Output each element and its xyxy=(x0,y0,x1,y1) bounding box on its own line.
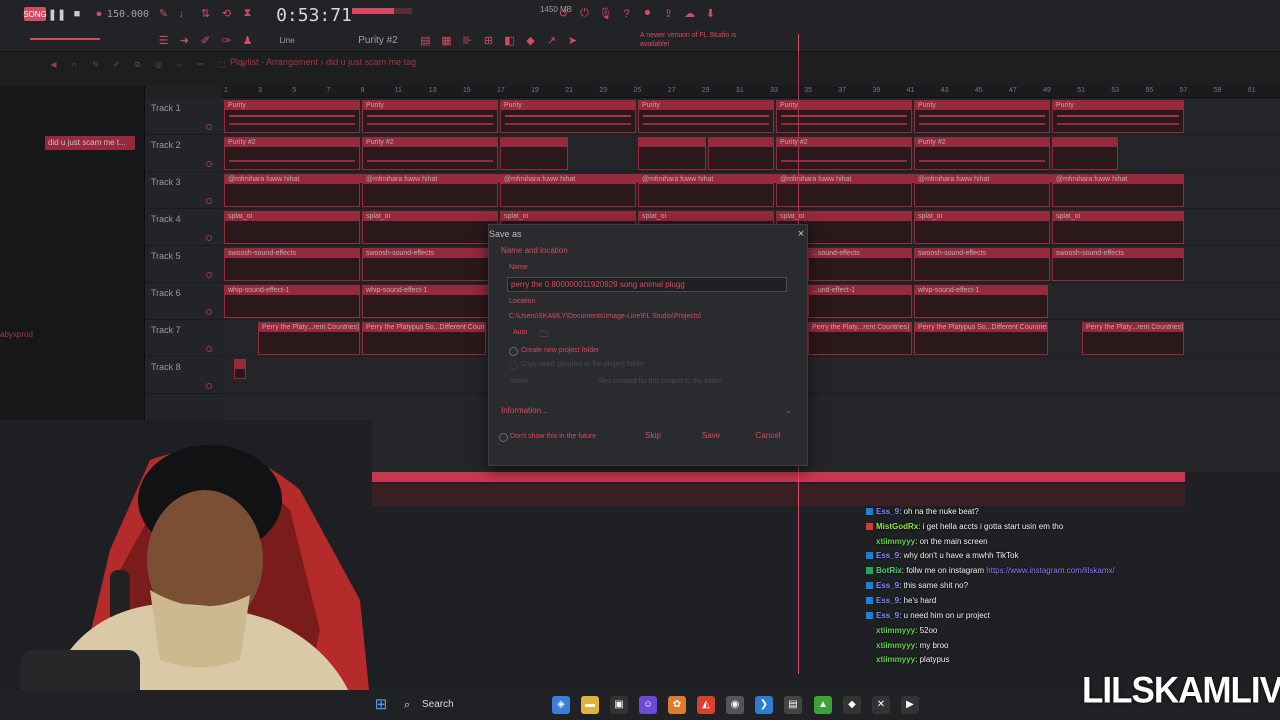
dialog-title: Save as xyxy=(489,229,522,239)
playlist-icon[interactable]: ☰ xyxy=(156,33,171,48)
stop-button[interactable]: ■ xyxy=(70,5,84,23)
automation-lane[interactable] xyxy=(300,484,1185,506)
create-folder-checkbox[interactable] xyxy=(509,347,518,356)
metronome-icon[interactable]: ♩ xyxy=(177,6,192,21)
auto-label[interactable]: Auto xyxy=(513,329,527,336)
chat-message: Ess_9: why don't u have a mwhh TikTok xyxy=(866,551,1019,560)
transport-bar: SONG ❚❚ ■ ● 150.000 0:53:71 1450 MB Line… xyxy=(0,0,1280,52)
pattern-selector[interactable]: Purity #2 xyxy=(350,32,406,48)
windows-start-icon[interactable]: ⊞ xyxy=(372,696,390,714)
chat-icon[interactable]: ☁ xyxy=(682,6,697,21)
wait-icon[interactable]: ⧗ xyxy=(240,6,255,21)
chat-link[interactable]: https://www.instagram.com/lilskamx/ xyxy=(986,566,1114,575)
chat-message: xtiimmyyy: my broo xyxy=(876,641,949,650)
song-time-display[interactable]: 0:53:71 xyxy=(276,4,352,26)
undo-icon[interactable]: ↺ xyxy=(556,6,571,21)
power-icon[interactable]: ⏻ xyxy=(577,6,592,21)
cpu-meter xyxy=(352,8,412,14)
app3-icon[interactable]: ◆ xyxy=(843,696,861,714)
download-icon[interactable]: ⬇ xyxy=(703,6,718,21)
chevron-down-icon[interactable]: ⌄ xyxy=(785,406,792,415)
stamp-icon[interactable]: ♟ xyxy=(240,33,255,48)
brave-icon[interactable]: ◭ xyxy=(697,696,715,714)
chat-message: xtiimmyyy: platypus xyxy=(876,655,950,664)
copy-samples-checkbox xyxy=(509,361,518,370)
piano-roll-icon[interactable]: ▤ xyxy=(418,33,433,48)
location-label: Location xyxy=(509,298,536,305)
blend-icon[interactable]: ⇅ xyxy=(198,6,213,21)
create-folder-label: Create new project folder xyxy=(521,347,600,354)
browser-toolbar: ▤ ▦ ⊪ ⊞ ◧ ◆ ↗ ➤ xyxy=(418,33,580,48)
chat-message: Ess_9: this same shit no? xyxy=(866,581,968,590)
update-notice[interactable]: A newer version of FL Studio is availabl… xyxy=(640,30,740,50)
folder-icon[interactable]: 🗀 xyxy=(539,327,548,343)
project-name-input[interactable] xyxy=(507,277,787,292)
arrow-right-icon[interactable]: ➤ xyxy=(565,33,580,48)
paint-icon[interactable]: ✑ xyxy=(219,33,234,48)
browser-icon[interactable]: ⊞ xyxy=(481,33,496,48)
window-toolbar: ☰ ➜ ✐ ✑ ♟ xyxy=(156,33,255,48)
tempo-tap-icon[interactable]: ◆ xyxy=(523,33,538,48)
chrome-icon[interactable]: ◉ xyxy=(726,696,744,714)
toolbar-icons-right: ↺ ⏻ 🎙 ? ⏺ ⇪ ☁ ⬇ xyxy=(556,6,718,21)
chat-message: xtiimmyyy: 52oo xyxy=(876,626,938,635)
snap-selector[interactable]: Line xyxy=(272,33,302,47)
fl-studio-icon[interactable]: ✿ xyxy=(668,696,686,714)
arrow-icon[interactable]: ➜ xyxy=(177,33,192,48)
automation-clip[interactable] xyxy=(300,472,1185,482)
cancel-button[interactable]: Cancel xyxy=(751,431,785,443)
dont-show-checkbox[interactable] xyxy=(499,433,508,442)
loop-record-icon[interactable]: ⟲ xyxy=(219,6,234,21)
chat-message: BotRix: follw me on instagram https://ww… xyxy=(866,566,1115,575)
taskbar-search[interactable]: Search xyxy=(398,695,548,715)
skip-button[interactable]: Skip xyxy=(639,431,667,443)
webcam-feed xyxy=(0,420,372,720)
dont-show-label: Don't show this in the future xyxy=(510,433,597,440)
toolbar-icons-top: ✎ ♩ ⇅ ⟲ ⧗ xyxy=(156,6,255,21)
chat-message: xtiimmyyy: on the main screen xyxy=(876,537,988,546)
location-path[interactable]: C:\Users\SKAMLY\Documents\Image-Line\FL … xyxy=(509,313,701,320)
step-edit-icon[interactable]: ✎ xyxy=(156,6,171,21)
file-explorer-icon[interactable]: ▬ xyxy=(581,696,599,714)
obs-icon[interactable]: ▶ xyxy=(901,696,919,714)
name-label: Name xyxy=(509,264,528,271)
section-name-location: Name and location xyxy=(501,246,568,255)
close-icon[interactable]: × xyxy=(795,228,807,240)
chat-message: Ess_9: u need him on ur project xyxy=(866,611,990,620)
copilot-icon[interactable]: ◈ xyxy=(552,696,570,714)
record-button[interactable]: ● xyxy=(92,5,106,23)
mic-icon[interactable]: 🎙 xyxy=(598,6,613,21)
discord-icon[interactable]: ☺ xyxy=(639,696,657,714)
channel-rack-icon[interactable]: ▦ xyxy=(439,33,454,48)
share-icon[interactable]: ⇪ xyxy=(661,6,676,21)
move-hint: files created for this project to the fo… xyxy=(599,378,722,385)
save-button[interactable]: Save xyxy=(697,431,725,443)
app4-icon[interactable]: ✕ xyxy=(872,696,890,714)
chat-message: MistGodRx: i get hella accts i gotta sta… xyxy=(866,522,1063,531)
chat-message: Ess_9: oh na the nuke beat? xyxy=(866,507,979,516)
chat-message: Ess_9: he's hard xyxy=(866,596,936,605)
store-icon[interactable]: ▣ xyxy=(610,696,628,714)
vscode-icon[interactable]: ❯ xyxy=(755,696,773,714)
draw-icon[interactable]: ✐ xyxy=(198,33,213,48)
save-as-dialog: Save as × Name and location Name Locatio… xyxy=(488,224,808,466)
streamer-brand: LILSKAMLIVE xyxy=(1082,670,1280,711)
mixer-icon[interactable]: ⊪ xyxy=(460,33,475,48)
stream-chat: Ess_9: oh na the nuke beat? MistGodRx: i… xyxy=(862,504,1182,668)
help-icon[interactable]: ? xyxy=(619,6,634,21)
song-mode-button[interactable]: SONG xyxy=(23,7,47,21)
record-audio-icon[interactable]: ⏺ xyxy=(640,6,655,21)
move-label: Move xyxy=(511,378,529,385)
tempo-display[interactable]: 150.000 xyxy=(107,6,149,22)
copy-samples-label: Copy used samples to the project folder xyxy=(521,361,645,368)
app2-icon[interactable]: ▲ xyxy=(814,696,832,714)
master-volume-slider[interactable] xyxy=(30,38,100,40)
chart-icon[interactable]: ↗ xyxy=(544,33,559,48)
plugin-icon[interactable]: ◧ xyxy=(502,33,517,48)
information-expander[interactable]: Information... xyxy=(501,406,797,418)
pause-button[interactable]: ❚❚ xyxy=(48,5,66,23)
app-icon[interactable]: ▤ xyxy=(784,696,802,714)
